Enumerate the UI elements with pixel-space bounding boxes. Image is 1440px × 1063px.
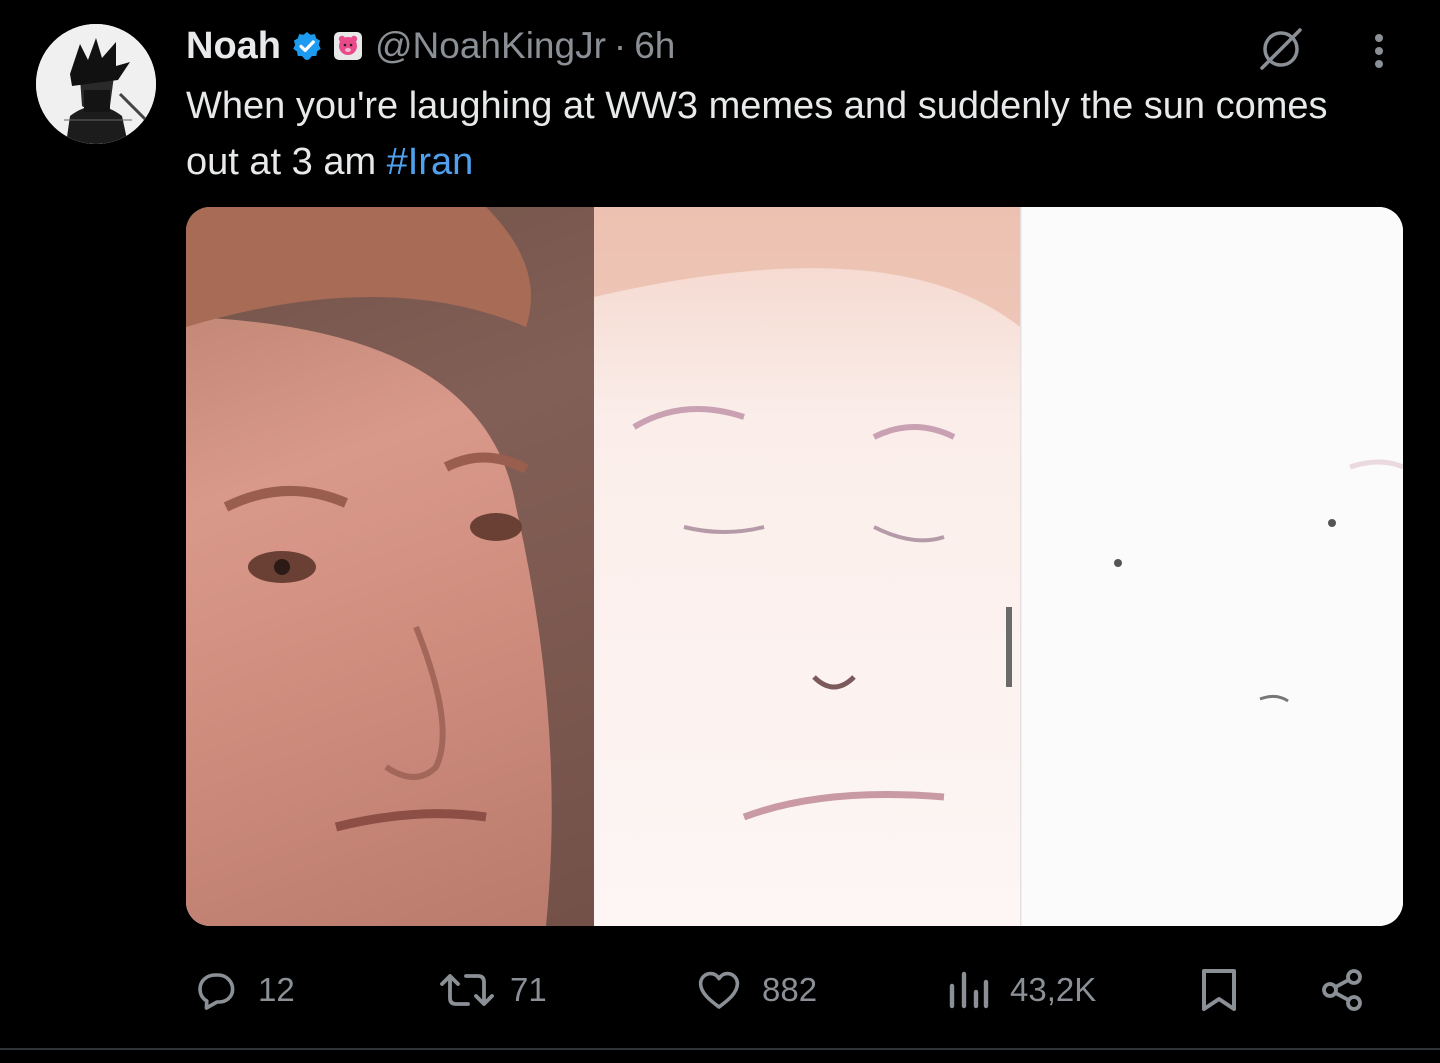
heart-icon [698,971,740,1009]
tweet[interactable]: Noah @NoahKingJr · 6h When you're laughi… [0,0,1440,1050]
analytics-icon [949,971,989,1009]
meme-panel-normal [186,207,594,926]
bookmark-button[interactable] [1196,955,1242,1025]
like-count: 882 [762,971,818,1008]
hashtag-link[interactable]: #Iran [387,141,474,183]
repost-button[interactable]: 71 [438,955,547,1025]
affiliate-badge-icon[interactable] [333,31,363,61]
tweet-body: When you're laughing at WW3 memes and su… [186,85,1328,183]
like-button[interactable]: 882 [694,955,817,1025]
more-options-icon[interactable] [1364,26,1394,76]
tweet-media-image[interactable] [186,207,1403,926]
reply-icon [198,973,235,1010]
tweet-timestamp[interactable]: 6h [634,25,675,67]
repost-count: 71 [510,971,547,1008]
tweet-header: Noah @NoahKingJr · 6h [186,22,675,70]
avatar[interactable] [36,24,156,144]
grok-icon[interactable] [1256,24,1306,74]
tweet-actions: 12 71 882 43,2K [0,955,1440,1025]
repost-icon [440,974,494,1006]
views-button[interactable]: 43,2K [946,955,1096,1025]
author-name[interactable]: Noah [186,25,281,68]
view-count: 43,2K [1010,971,1097,1008]
separator-dot: · [613,25,627,66]
reply-count: 12 [258,971,295,1008]
reply-button[interactable]: 12 [192,955,295,1025]
meme-panel-bright [594,207,1020,926]
verified-badge-icon[interactable] [291,30,323,62]
bookmark-icon [1202,969,1236,1011]
tweet-text: When you're laughing at WW3 memes and su… [186,78,1386,190]
share-button[interactable] [1318,955,1366,1025]
author-handle[interactable]: @NoahKingJr [375,25,606,67]
meme-panel-overexposed [1020,207,1403,926]
avatar-image [36,24,156,144]
tweet-divider [0,1048,1440,1050]
share-icon [1322,969,1362,1011]
